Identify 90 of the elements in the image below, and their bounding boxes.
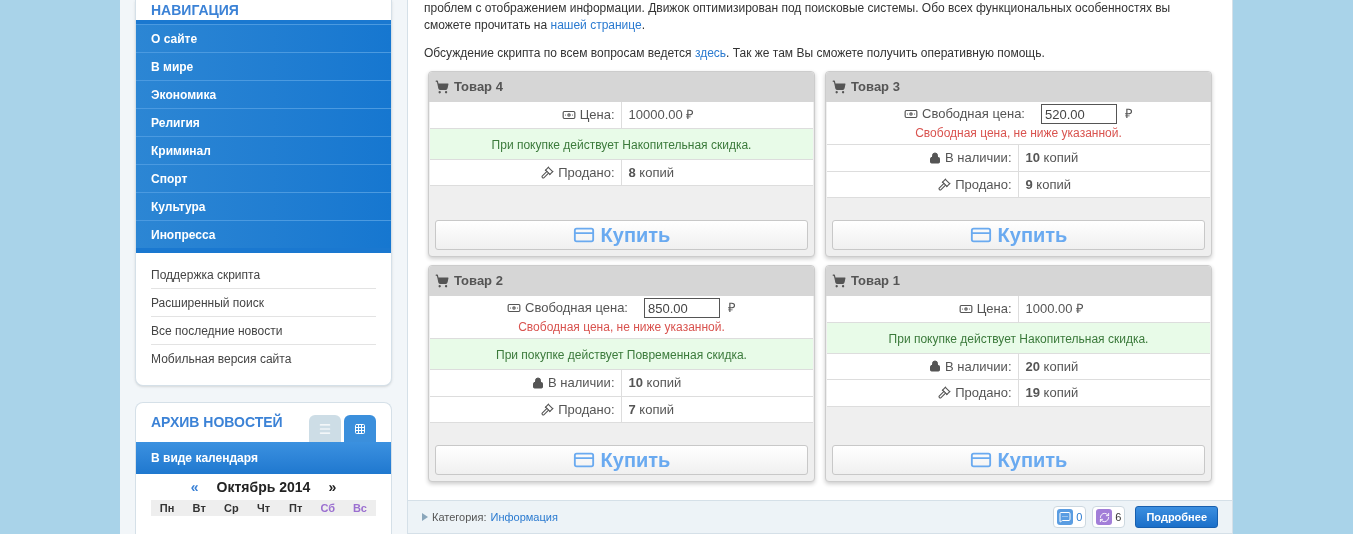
next-month-link[interactable]: »: [328, 476, 337, 498]
row-label: В наличии:: [945, 357, 1012, 376]
sidebar-link[interactable]: Все последние новости: [151, 321, 283, 340]
cart-icon: [832, 274, 846, 288]
grid-icon: [354, 422, 366, 435]
row-label: В наличии:: [548, 374, 615, 392]
weekday-label: Сб: [319, 501, 337, 516]
row-label: Цена:: [976, 300, 1012, 318]
comment-icon: [1059, 511, 1072, 523]
row-label: Продано:: [558, 400, 615, 419]
sidebar-link[interactable]: Расширенный поиск: [151, 293, 264, 312]
nav-menu-item[interactable]: Инопресса: [136, 220, 391, 248]
row-value: 9 копий: [1025, 175, 1071, 194]
banknote-icon: [904, 107, 918, 121]
currency-sign: ₽: [728, 299, 736, 318]
row-value: 19 копий: [1025, 384, 1079, 402]
weekday-label: Чт: [255, 501, 272, 516]
product-title: Товар 1: [851, 272, 900, 291]
weekday-label: Вт: [191, 501, 207, 516]
view-count: 6: [1115, 509, 1122, 525]
buy-button[interactable]: Купить: [832, 220, 1205, 250]
weekday-label: Ср: [223, 501, 240, 516]
lock-icon: [929, 360, 942, 373]
comments-counter[interactable]: 0: [1053, 506, 1087, 528]
price-label: Свободная цена:: [922, 105, 1025, 124]
panel-heading: АРХИВ НОВОСТЕЙ: [151, 412, 283, 432]
calendar-month: Октябрь 2014: [216, 477, 311, 497]
row-value: 8 копий: [628, 163, 674, 182]
row-value: 10 копий: [1025, 149, 1079, 167]
comment-count: 0: [1076, 509, 1083, 525]
price-warning: Свободная цена, не ниже указанной.: [518, 319, 725, 336]
nav-menu-item[interactable]: Спорт: [136, 164, 391, 192]
discount-note: При покупке действует Накопительная скидка.: [491, 137, 752, 152]
gavel-icon: [541, 165, 555, 179]
row-value: 1000.00 ₽: [1025, 300, 1085, 318]
article-paragraph: Обсуждение скрипта по всем вопросам ведется здесь. Так же там Вы сможете получить оперативную помощь.: [424, 45, 1046, 62]
triangle-icon: [422, 513, 428, 521]
nav-menu-item[interactable]: Культура: [136, 192, 391, 220]
nav-menu-item[interactable]: О сайте: [136, 24, 391, 52]
product-title: Товар 2: [454, 272, 503, 291]
product-title: Товар 4: [454, 78, 503, 97]
weekday-label: Пт: [288, 501, 304, 516]
menu-icon: [318, 421, 332, 436]
product-title: Товар 3: [851, 78, 900, 97]
cart-icon: [435, 274, 449, 288]
previous-month-link[interactable]: «: [190, 476, 199, 498]
price-input[interactable]: 520.00: [1041, 104, 1117, 124]
nav-menu-item[interactable]: В мире: [136, 52, 391, 80]
cart-icon: [435, 80, 449, 94]
view-tab[interactable]: [344, 415, 376, 442]
weekday-label: Пн: [158, 501, 176, 516]
gavel-icon: [938, 177, 952, 191]
article-paragraph: проблем с отображением информации. Движок оптимизирован под поисковые системы. Обо всех функциональных особенностях вы сможете прочитать на нашей странице.: [424, 0, 1172, 34]
price-label: Свободная цена:: [525, 299, 628, 318]
panel-heading: НАВИГАЦИЯ: [151, 0, 239, 20]
banknote-icon: [507, 301, 521, 315]
gavel-icon: [938, 386, 952, 400]
buy-button[interactable]: Купить: [435, 445, 808, 475]
sidebar-link[interactable]: Мобильная версия сайта: [151, 350, 292, 368]
archive-mode: В виде календаря: [151, 450, 258, 467]
row-label: Продано:: [558, 163, 615, 182]
row-label: Цена:: [579, 106, 615, 124]
row-value: 10000.00 ₽: [628, 106, 695, 124]
row-label: В наличии:: [945, 149, 1012, 167]
nav-menu-item[interactable]: Экономика: [136, 80, 391, 108]
discount-note: При покупке действует Накопительная скидка.: [888, 331, 1149, 346]
discount-note: При покупке действует Повременная скидка.: [496, 348, 747, 362]
cart-icon: [832, 80, 846, 94]
sidebar-link[interactable]: Поддержка скрипта: [151, 265, 261, 284]
row-label: Продано:: [955, 384, 1012, 402]
row-value: 20 копий: [1025, 357, 1079, 376]
row-value: 7 копий: [628, 400, 674, 419]
buy-button[interactable]: Купить: [832, 445, 1205, 475]
buy-button[interactable]: Купить: [435, 220, 808, 250]
weekday-label: Вс: [351, 501, 368, 516]
lock-icon: [532, 376, 545, 389]
more-button[interactable]: Подробнее: [1135, 506, 1218, 528]
row-label: Продано:: [955, 175, 1012, 194]
row-value: 10 копий: [628, 374, 682, 392]
category-link[interactable]: Информация: [490, 508, 558, 526]
price-input[interactable]: 850.00: [644, 298, 720, 318]
lock-icon: [929, 151, 942, 164]
refresh-icon: [1098, 511, 1110, 523]
nav-menu-item[interactable]: Криминал: [136, 136, 391, 164]
nav-menu-item[interactable]: Религия: [136, 108, 391, 136]
category-label: Категория:: [432, 509, 487, 525]
currency-sign: ₽: [1125, 105, 1133, 124]
price-warning: Свободная цена, не ниже указанной.: [915, 125, 1122, 142]
inline-link[interactable]: нашей странице: [550, 18, 642, 32]
gavel-icon: [541, 402, 555, 416]
